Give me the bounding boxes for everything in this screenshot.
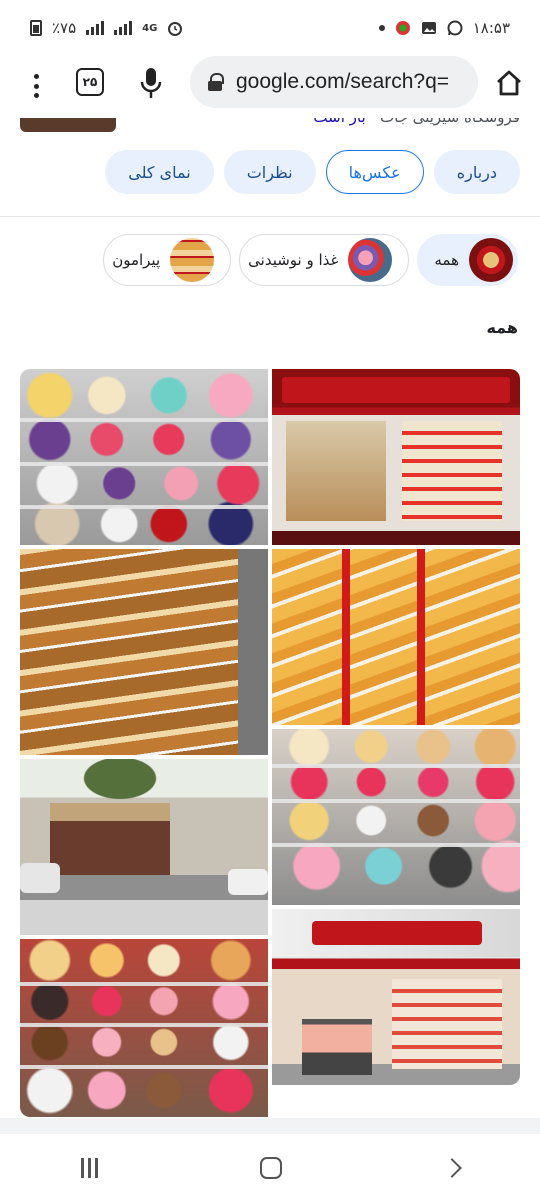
system-nav-bar [0,1136,540,1200]
status-right: ۱۸:۵۳ [378,19,510,37]
tab-photos[interactable]: عکس‌ها [325,150,424,194]
shelves-right [392,979,502,1069]
status-bar: ٪۷۵ 4G ۱۸:۵۳ [0,0,540,56]
browser-toolbar: ۲۵ google.com/search?q= [0,56,540,118]
shop-window-left [286,421,386,521]
shop-window-right [402,421,502,521]
chip-vibe-thumbnail [170,238,215,282]
photo-filter-chips: همه غذا و نوشیدنی پیرامون [103,234,518,286]
clock: ۱۸:۵۳ [472,19,510,37]
mic-icon[interactable] [138,66,164,100]
signal-icon [86,21,105,35]
back-icon[interactable] [441,1158,462,1178]
url-bar[interactable]: google.com/search?q= [190,56,478,108]
bottom-separator [0,1118,540,1134]
tree [70,759,170,807]
pastry-trays-red-photo[interactable] [272,549,520,725]
dot-icon [378,25,385,31]
place-tabs: نمای کلی نظرات عکس‌ها درباره [105,150,520,194]
chip-all[interactable]: همه [417,234,518,286]
recent-apps-icon[interactable] [81,1158,99,1178]
gallery-icon [421,22,436,34]
status-left: ٪۷۵ 4G [30,19,183,37]
menu-icon[interactable] [28,70,44,102]
tab-about[interactable]: درباره [433,150,520,194]
red-post-1 [342,549,350,725]
display-frame [238,549,268,755]
shop-interior-photo[interactable] [272,909,520,1085]
shop-front-red-photo[interactable] [272,369,520,545]
battery-percent: ٪۷۵ [52,19,77,37]
alarm-icon [168,22,183,36]
shop-sign [282,377,510,403]
partial-header: فروشگاه شیرینی جات · باز است [0,118,540,138]
chip-food-label: غذا و نوشیدنی [248,251,339,269]
red-post-2 [417,549,425,725]
home-button-icon[interactable] [260,1157,283,1179]
cake-display-photo[interactable] [20,369,268,545]
url-text: google.com/search?q= [236,70,450,93]
section-title: همه [486,318,518,337]
street-view-photo[interactable] [20,759,268,935]
photo-grid [20,369,520,1117]
app-icon [395,21,410,35]
storefront [50,803,170,875]
tab-reviews[interactable]: نظرات [223,150,316,194]
pastry-shelves-photo[interactable] [20,549,268,755]
chip-all-thumbnail [469,238,513,282]
signal-2-icon [114,21,133,35]
chip-food-drink[interactable]: غذا و نوشیدنی [239,234,410,286]
battery-icon [30,20,42,36]
chip-vibe-label: پیرامون [112,251,161,269]
header-link[interactable]: باز است [313,118,365,126]
header-title: فروشگاه شیرینی جات [380,118,520,126]
display-case [302,1019,372,1075]
header-text: فروشگاه شیرینی جات · باز است [313,118,520,126]
cake-display-3-photo[interactable] [20,939,268,1117]
network-type: 4G [142,22,158,34]
chip-food-thumbnail [348,238,393,282]
parked-car-2 [228,869,268,895]
lock-icon [208,73,224,91]
cake-display-2-photo[interactable] [272,729,520,905]
header-thumbnail [20,118,116,132]
interior-sign-text [312,921,482,945]
divider [0,216,540,217]
chip-all-label: همه [434,251,459,269]
chip-vibe[interactable]: پیرامون [103,234,232,286]
parked-car [20,863,60,893]
tabs-icon[interactable]: ۲۵ [76,68,104,96]
tab-overview[interactable]: نمای کلی [105,150,214,194]
home-icon[interactable] [494,68,524,98]
whatsapp-icon [447,20,463,36]
